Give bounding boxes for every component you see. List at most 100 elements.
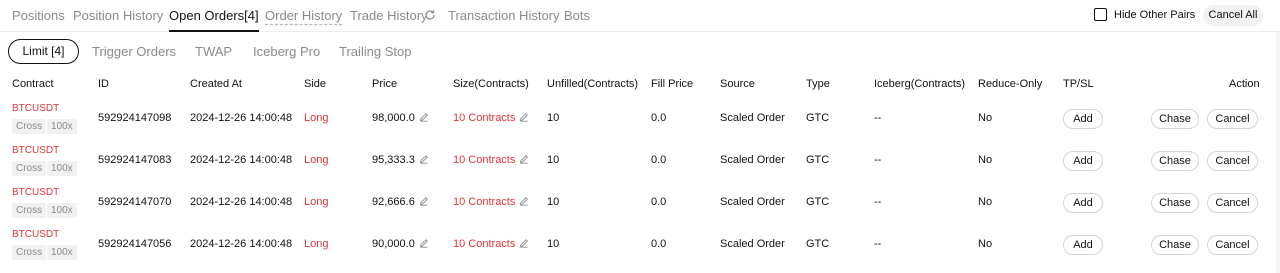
- chase-button[interactable]: Chase: [1151, 193, 1199, 213]
- subtab-trigger-orders[interactable]: Trigger Orders: [92, 44, 176, 59]
- iceberg: --: [874, 238, 882, 250]
- cancel-all-button[interactable]: Cancel All: [1203, 5, 1263, 26]
- margin-mode-badge: Cross: [12, 245, 47, 260]
- size-value: 10 Contracts: [453, 154, 516, 166]
- leverage-badge: 100x: [47, 245, 77, 260]
- table-row: BTCUSDT Cross 100x 592924147083 2024-12-…: [0, 140, 1280, 182]
- chase-button[interactable]: Chase: [1151, 151, 1199, 171]
- col-id: ID: [98, 78, 109, 90]
- size-value: 10 Contracts: [453, 196, 516, 208]
- edit-price-icon[interactable]: [419, 112, 429, 122]
- order-id: 592924147083: [98, 154, 172, 166]
- margin-mode-badge: Cross: [12, 203, 47, 218]
- reduce-only: No: [978, 196, 993, 208]
- col-fill-price: Fill Price: [651, 78, 694, 90]
- side: Long: [304, 112, 329, 124]
- order-tabs-bar: Positions Position History Open Orders[4…: [0, 0, 1280, 32]
- side: Long: [304, 238, 329, 250]
- add-tpsl-button[interactable]: Add: [1063, 193, 1103, 213]
- fill-price: 0.0: [651, 112, 667, 124]
- hide-other-pairs-checkbox[interactable]: [1094, 8, 1107, 21]
- unfilled: 10: [547, 154, 560, 166]
- order-id: 592924147056: [98, 238, 172, 250]
- size: 10 Contracts: [453, 112, 529, 124]
- tab-bots[interactable]: Bots: [564, 8, 590, 23]
- unfilled: 10: [547, 196, 560, 208]
- reduce-only: No: [978, 154, 993, 166]
- iceberg: --: [874, 112, 882, 124]
- subtab-twap[interactable]: TWAP: [195, 44, 232, 59]
- price-value: 95,333.3: [372, 154, 415, 166]
- contract-symbol[interactable]: BTCUSDT: [12, 145, 59, 156]
- created-at: 2024-12-26 14:00:48: [190, 238, 293, 250]
- edit-size-icon[interactable]: [519, 112, 529, 122]
- source: Scaled Order: [720, 154, 785, 166]
- order-type: GTC: [806, 112, 830, 124]
- leverage-badge: 100x: [47, 119, 77, 134]
- edit-size-icon[interactable]: [519, 154, 529, 164]
- cancel-order-button[interactable]: Cancel: [1207, 235, 1258, 255]
- refresh-icon[interactable]: [424, 9, 436, 21]
- col-size: Size(Contracts): [453, 78, 529, 90]
- col-price: Price: [372, 78, 398, 90]
- col-type: Type: [806, 78, 830, 90]
- source: Scaled Order: [720, 112, 785, 124]
- contract-symbol[interactable]: BTCUSDT: [12, 229, 59, 240]
- cancel-order-button[interactable]: Cancel: [1207, 151, 1258, 171]
- cancel-order-button[interactable]: Cancel: [1207, 193, 1258, 213]
- subtab-limit[interactable]: Limit [4]: [8, 39, 79, 64]
- subtab-trailing-stop[interactable]: Trailing Stop: [339, 44, 412, 59]
- leverage-badge: 100x: [47, 161, 77, 176]
- order-id: 592924147098: [98, 112, 172, 124]
- table-row: BTCUSDT Cross 100x 592924147070 2024-12-…: [0, 182, 1280, 224]
- col-source: Source: [720, 78, 755, 90]
- contract-symbol[interactable]: BTCUSDT: [12, 103, 59, 114]
- reduce-only: No: [978, 112, 993, 124]
- edit-price-icon[interactable]: [419, 196, 429, 206]
- order-type: GTC: [806, 196, 830, 208]
- tab-order-history[interactable]: Order History: [265, 8, 342, 23]
- tab-transaction-history[interactable]: Transaction History: [448, 8, 560, 23]
- source: Scaled Order: [720, 238, 785, 250]
- price: 92,666.6: [372, 196, 429, 208]
- fill-price: 0.0: [651, 154, 667, 166]
- order-type: GTC: [806, 238, 830, 250]
- add-tpsl-button[interactable]: Add: [1063, 151, 1103, 171]
- col-created-at: Created At: [190, 78, 242, 90]
- size: 10 Contracts: [453, 196, 529, 208]
- edit-size-icon[interactable]: [519, 238, 529, 248]
- edit-size-icon[interactable]: [519, 196, 529, 206]
- created-at: 2024-12-26 14:00:48: [190, 112, 293, 124]
- chase-button[interactable]: Chase: [1151, 235, 1199, 255]
- price-value: 92,666.6: [372, 196, 415, 208]
- reduce-only: No: [978, 238, 993, 250]
- fill-price: 0.0: [651, 238, 667, 250]
- unfilled: 10: [547, 238, 560, 250]
- price: 95,333.3: [372, 154, 429, 166]
- tab-open-orders[interactable]: Open Orders[4]: [169, 8, 259, 32]
- edit-price-icon[interactable]: [419, 238, 429, 248]
- hide-other-pairs-toggle[interactable]: Hide Other Pairs: [1094, 8, 1195, 21]
- col-side: Side: [304, 78, 327, 90]
- order-id: 592924147070: [98, 196, 172, 208]
- col-reduce-only: Reduce-Only: [978, 78, 1043, 90]
- price: 98,000.0: [372, 112, 429, 124]
- add-tpsl-button[interactable]: Add: [1063, 235, 1103, 255]
- side: Long: [304, 196, 329, 208]
- add-tpsl-button[interactable]: Add: [1063, 109, 1103, 129]
- tab-positions[interactable]: Positions: [12, 8, 65, 23]
- table-row: BTCUSDT Cross 100x 592924147098 2024-12-…: [0, 98, 1280, 140]
- cancel-order-button[interactable]: Cancel: [1207, 109, 1258, 129]
- scrollbar-track[interactable]: [1276, 32, 1280, 273]
- table-row: BTCUSDT Cross 100x 592924147056 2024-12-…: [0, 224, 1280, 266]
- contract-symbol[interactable]: BTCUSDT: [12, 187, 59, 198]
- tab-position-history[interactable]: Position History: [73, 8, 163, 23]
- tab-trade-history[interactable]: Trade History: [350, 8, 428, 23]
- subtab-iceberg-pro[interactable]: Iceberg Pro: [253, 44, 320, 59]
- size-value: 10 Contracts: [453, 112, 516, 124]
- price-value: 90,000.0: [372, 238, 415, 250]
- created-at: 2024-12-26 14:00:48: [190, 196, 293, 208]
- chase-button[interactable]: Chase: [1151, 109, 1199, 129]
- edit-price-icon[interactable]: [419, 154, 429, 164]
- side: Long: [304, 154, 329, 166]
